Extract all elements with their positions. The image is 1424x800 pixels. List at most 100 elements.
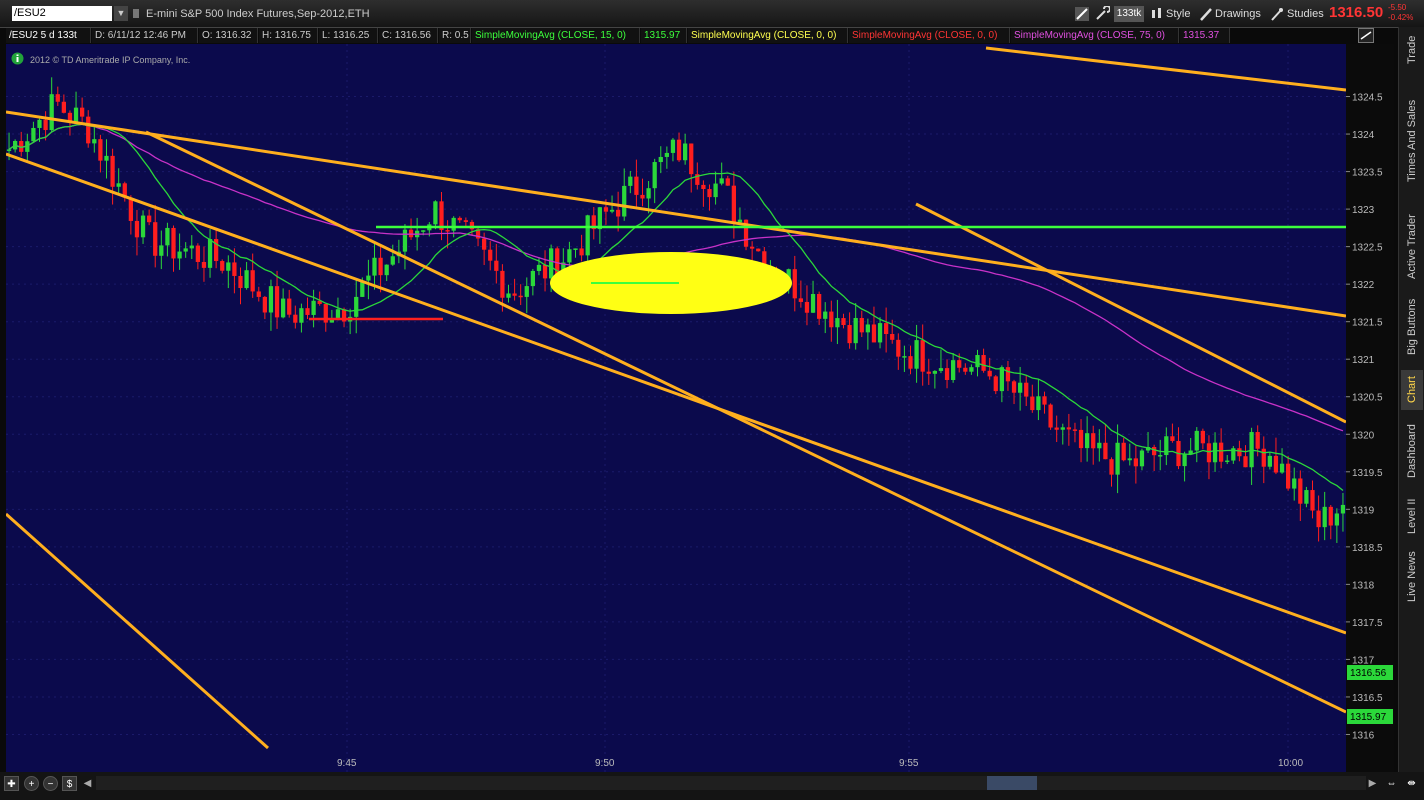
candle-body bbox=[372, 257, 377, 276]
aggregation-button[interactable]: 133tk bbox=[1114, 6, 1144, 22]
price-tick-label: 1317.5 bbox=[1352, 618, 1383, 629]
scroll-right-icon[interactable]: ▶ bbox=[1365, 776, 1380, 791]
candle-body bbox=[1054, 427, 1059, 430]
candle-body bbox=[201, 261, 207, 268]
drawings-button[interactable]: Drawings bbox=[1215, 6, 1261, 22]
candle-body bbox=[116, 183, 121, 187]
style-button[interactable]: Style bbox=[1166, 6, 1190, 22]
sma-b-label: SimpleMovingAvg (CLOSE, 0, 0) bbox=[849, 28, 1010, 43]
candle-body bbox=[1237, 448, 1242, 457]
info-icon[interactable] bbox=[11, 52, 24, 65]
tab-chart[interactable]: Chart bbox=[1401, 370, 1423, 410]
candle-body bbox=[1127, 458, 1132, 461]
tab-active-trader[interactable]: Active Trader bbox=[1401, 212, 1423, 282]
candle-body bbox=[293, 314, 298, 323]
price-axis[interactable]: 1324.5 1324 1323.5 1323 1322.5 1322 1321.5 1321… bbox=[1346, 44, 1394, 772]
tab-dashboard[interactable]: Dashboard bbox=[1401, 417, 1423, 485]
candle-body bbox=[975, 355, 980, 368]
last-price: 1316.50 bbox=[1329, 4, 1384, 21]
candle-body bbox=[31, 127, 36, 142]
candle-body bbox=[1152, 446, 1157, 456]
candle-body bbox=[1298, 478, 1303, 504]
candle-body bbox=[1255, 432, 1260, 449]
title-bar: /ESU2 ▼ E-mini S&P 500 Index Futures,Sep… bbox=[0, 0, 1424, 28]
zoom-in-icon[interactable]: + bbox=[24, 776, 39, 791]
zoom-out-icon[interactable]: − bbox=[43, 776, 58, 791]
candle-body bbox=[652, 162, 657, 189]
candle-body bbox=[110, 155, 115, 187]
candle-body bbox=[1072, 429, 1078, 431]
candle-body bbox=[1115, 442, 1120, 475]
candle-body bbox=[226, 262, 231, 271]
price-tick-label: 1320 bbox=[1352, 430, 1375, 441]
price-tick-label: 1319.5 bbox=[1352, 468, 1383, 479]
candle-body bbox=[1328, 506, 1333, 526]
bar-high: H: 1316.75 bbox=[259, 28, 318, 43]
chart-expand-icon[interactable] bbox=[1358, 28, 1374, 43]
wrench-icon[interactable] bbox=[1094, 6, 1110, 22]
price-tick-label: 1322.5 bbox=[1352, 243, 1383, 254]
studies-icon[interactable] bbox=[1270, 6, 1284, 22]
price-tick-label: 1317 bbox=[1352, 655, 1375, 666]
candle-body bbox=[1024, 382, 1029, 397]
candle-body bbox=[98, 139, 103, 161]
candle-body bbox=[445, 230, 450, 232]
dollar-icon[interactable]: $ bbox=[62, 776, 77, 791]
candle-body bbox=[500, 270, 505, 298]
tab-trade[interactable]: Trade bbox=[1401, 30, 1423, 70]
time-scrollbar[interactable] bbox=[96, 776, 1366, 790]
candle-body bbox=[457, 217, 462, 221]
candle-body bbox=[701, 184, 706, 190]
candle-body bbox=[281, 298, 286, 318]
candle-body bbox=[1091, 433, 1096, 449]
price-tick-label: 1324 bbox=[1352, 130, 1375, 141]
candle-body bbox=[951, 360, 956, 380]
candle-body bbox=[92, 139, 97, 144]
price-tick-label: 1316.5 bbox=[1352, 693, 1383, 704]
candle-body bbox=[756, 248, 761, 252]
candle-body bbox=[926, 371, 931, 374]
candle-body bbox=[494, 260, 499, 271]
crosshair-icon[interactable]: ✚ bbox=[4, 776, 19, 791]
candle-body bbox=[658, 156, 663, 163]
tab-big-buttons[interactable]: Big Buttons bbox=[1401, 289, 1423, 364]
studies-button[interactable]: Studies bbox=[1287, 6, 1324, 22]
scroll-left-icon[interactable]: ◀ bbox=[80, 776, 95, 791]
candle-body bbox=[798, 298, 803, 302]
candle-body bbox=[189, 245, 194, 249]
candle-body bbox=[1103, 442, 1108, 460]
scrollbar-thumb[interactable] bbox=[987, 776, 1037, 790]
candle-body bbox=[256, 291, 261, 297]
candle-body bbox=[1121, 442, 1126, 461]
price-chart[interactable]: 9:45 9:50 9:55 10:00 2012 © TD Ameritrade I… bbox=[6, 44, 1346, 772]
tab-live-news[interactable]: Live News bbox=[1401, 547, 1423, 607]
candle-body bbox=[1085, 433, 1090, 449]
candle-body bbox=[335, 309, 341, 319]
symbol-link-icon[interactable] bbox=[131, 6, 141, 21]
settings-icon[interactable] bbox=[1074, 6, 1090, 22]
candle-body bbox=[530, 270, 535, 287]
candle-body bbox=[585, 215, 590, 256]
candle-body bbox=[244, 270, 249, 289]
price-tick-label: 1321.5 bbox=[1352, 318, 1383, 329]
tab-level-ii[interactable]: Level II bbox=[1401, 489, 1423, 544]
candle-body bbox=[859, 318, 864, 333]
pencil-icon[interactable] bbox=[1199, 6, 1213, 22]
expand-horizontal-icon[interactable]: ⇔ bbox=[1384, 776, 1399, 791]
candle-body bbox=[664, 152, 669, 157]
bar-range: R: 0.5 bbox=[439, 28, 471, 43]
candle-body bbox=[153, 222, 158, 256]
candle-body bbox=[719, 178, 724, 184]
candle-body bbox=[299, 308, 304, 323]
chart-info-bar: /ESU2 5 d 133t D: 6/11/12 12:46 PM O: 13… bbox=[6, 28, 1374, 43]
price-tick-label: 1316 bbox=[1352, 730, 1375, 741]
tab-times-and-sales[interactable]: Times And Sales bbox=[1401, 77, 1423, 205]
candle-body bbox=[999, 367, 1004, 392]
symbol-input[interactable]: /ESU2 bbox=[12, 6, 112, 21]
candle-body bbox=[1066, 427, 1071, 430]
style-icon[interactable] bbox=[1150, 6, 1164, 22]
candle-body bbox=[1334, 513, 1339, 526]
candle-body bbox=[1133, 458, 1138, 467]
symbol-dropdown-icon[interactable]: ▼ bbox=[114, 6, 128, 21]
compress-horizontal-icon[interactable]: ⇼ bbox=[1404, 776, 1419, 791]
